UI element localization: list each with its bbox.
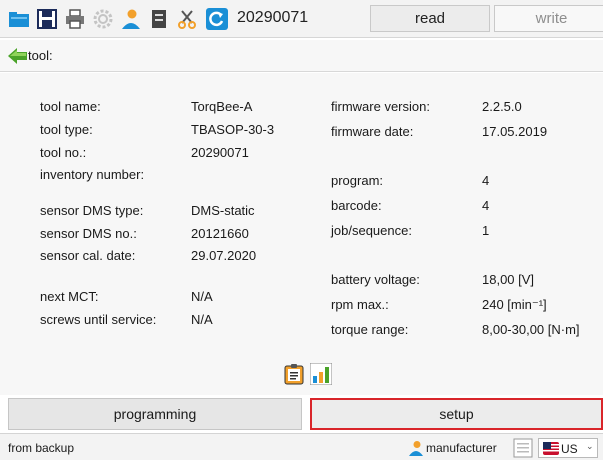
language-select[interactable]: US ⌄ [538, 438, 598, 458]
battery-voltage-value: 18,00 [V] [482, 272, 535, 287]
gear-icon[interactable] [92, 8, 114, 30]
battery-voltage-label: battery voltage: [331, 272, 420, 287]
screws-until-service-value: N/A [191, 312, 213, 327]
us-flag-icon [543, 442, 559, 455]
tool-number-value: 20290071 [191, 145, 249, 160]
folder-open-icon[interactable] [8, 8, 30, 30]
print-icon[interactable] [64, 8, 86, 30]
next-mct-label: next MCT: [40, 289, 99, 304]
tool-name-value: TorqBee-A [191, 99, 253, 114]
sensor-dms-type-label: sensor DMS type: [40, 203, 144, 218]
read-button[interactable]: read [370, 5, 490, 32]
user-icon[interactable] [120, 8, 142, 30]
tool-name-label: tool name: [40, 99, 101, 114]
tab-programming[interactable]: programming [8, 398, 302, 430]
language-label: US [561, 442, 578, 456]
barcode-label: barcode: [331, 198, 382, 213]
job-sequence-label: job/sequence: [331, 223, 412, 238]
user-role-label[interactable]: manufacturer [426, 441, 497, 455]
barcode-value: 4 [482, 198, 490, 213]
tool-info-panel: tool name: TorqBee-A tool type: TBASOP-3… [0, 73, 603, 395]
firmware-date-value: 17.05.2019 [482, 124, 548, 139]
document-icon[interactable] [148, 8, 170, 30]
clipboard-icon[interactable] [283, 363, 305, 385]
job-sequence-value: 1 [482, 223, 490, 238]
program-value: 4 [482, 173, 490, 188]
save-icon[interactable] [36, 8, 58, 30]
bar-chart-icon[interactable] [310, 363, 332, 385]
next-mct-value: N/A [191, 289, 213, 304]
tab-setup[interactable]: setup [310, 398, 603, 430]
torque-range-value: 8,00-30,00 [N·m] [482, 322, 580, 337]
sensor-dms-number-label: sensor DMS no.: [40, 226, 137, 241]
torque-range-label: torque range: [331, 322, 409, 337]
tool-type-label: tool type: [40, 122, 93, 137]
firmware-version-value: 2.2.5.0 [482, 99, 522, 114]
refresh-icon[interactable] [206, 8, 228, 30]
rpm-max-label: rpm max.: [331, 297, 389, 312]
screws-until-service-label: screws until service: [40, 312, 157, 327]
notes-icon[interactable] [513, 438, 533, 458]
back-arrow-icon[interactable] [8, 47, 28, 65]
status-bar: from backup manufacturer US ⌄ [0, 433, 603, 460]
rpm-max-value: 240 [min⁻¹] [482, 297, 547, 312]
tool-type-value: TBASOP-30-3 [191, 122, 275, 137]
tool-header-label: tool: [28, 48, 53, 63]
write-button[interactable]: write [494, 5, 603, 32]
toolbar: 20290071 read write [0, 0, 603, 38]
tool-number-label: tool no.: [40, 145, 87, 160]
firmware-date-label: firmware date: [331, 124, 414, 139]
sensor-dms-number-value: 20121660 [191, 226, 249, 241]
sensor-dms-type-value: DMS-static [191, 203, 255, 218]
tool-serial-number: 20290071 [237, 9, 309, 26]
sensor-cal-date-value: 29.07.2020 [191, 248, 257, 263]
sensor-cal-date-label: sensor cal. date: [40, 248, 136, 263]
inventory-number-label: inventory number: [40, 167, 145, 182]
user-icon [409, 441, 423, 456]
tool-header-bar: tool: [0, 40, 603, 72]
program-label: program: [331, 173, 384, 188]
data-source-status: from backup [8, 441, 75, 455]
firmware-version-label: firmware version: [331, 99, 430, 114]
chevron-down-icon: ⌄ [586, 441, 594, 451]
scissors-icon[interactable] [176, 8, 198, 30]
